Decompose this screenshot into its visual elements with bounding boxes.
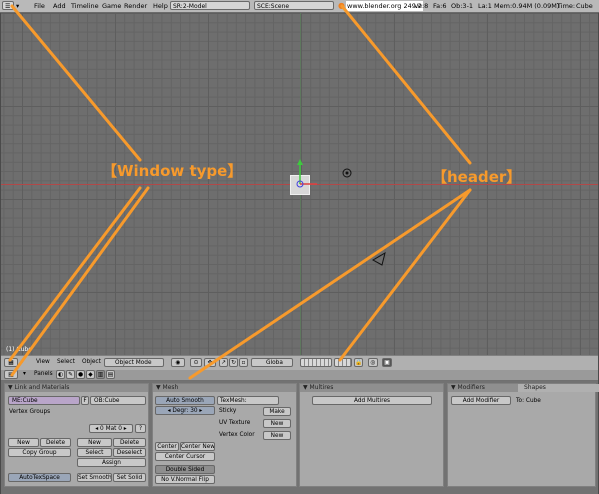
header-arrow-top [340,4,472,165]
header-arrow-view [338,188,472,362]
window-type-annotation: 【Window type】 [102,162,243,180]
header-annotation: 【header】 [432,168,522,186]
window-type-arrow-top [10,4,142,162]
annotation-arrows [8,4,472,380]
window-type-arrow-buttons [10,186,150,377]
header-arrow-buttons [188,188,472,380]
window-type-arrow-view [8,186,142,362]
